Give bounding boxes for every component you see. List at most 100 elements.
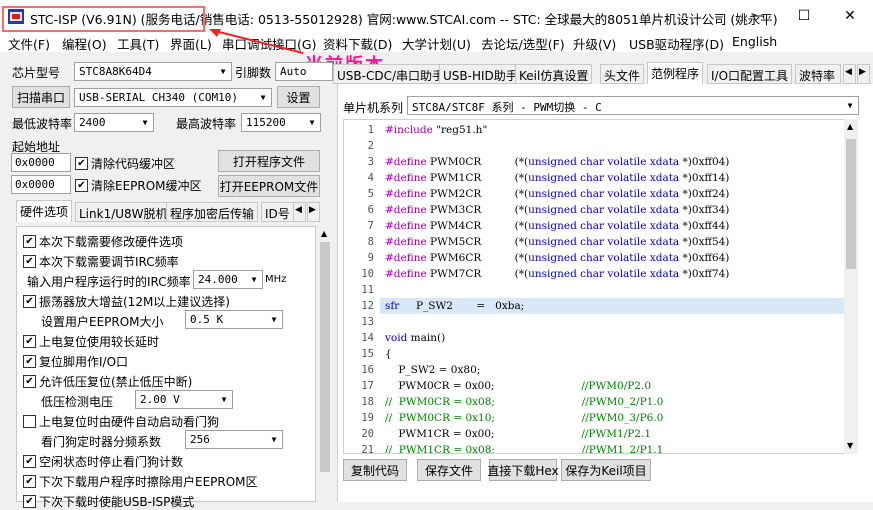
option-erase-eeprom-checkbox[interactable]: ✔ 下次下载用户程序时擦除用户EEPROM区 [23,473,258,490]
tab-example-programs[interactable]: 范例程序 [647,62,704,84]
clear-eeprom-checkbox[interactable]: ✔ 清除EEPROM缓冲区 [75,177,202,194]
menu-bar: 文件(F) 编程(O) 工具(T) 界面(L) 串口调试接口(G) 资料下载(D… [0,32,873,52]
option-osc-gain-checkbox[interactable]: ✔ 振荡器放大增益(12M以上建议选择) [23,293,230,310]
line-number: 10 [361,268,374,280]
code-line: #include "reg51.h" [385,124,488,136]
code-vertical-scrollbar[interactable]: ▲ ▼ [844,119,858,454]
tab-usb-hid[interactable]: USB-HID助手 [439,64,522,84]
code-editor[interactable]: 1 2 3 4 5 6 7 8 9 10 11 12 13 14 15 16 17 18 19 20 21 #inclu… [343,119,858,454]
option-low-voltage-reset-checkbox[interactable]: ✔ 允许低压复位(禁止低压中断) [23,373,192,390]
line-number: 11 [361,284,374,296]
port-settings-button[interactable]: 设置 [277,86,320,108]
tab-keil-debug[interactable]: Keil仿真设置 [515,64,593,84]
tab-id-number[interactable]: ID号 [261,202,294,222]
option-label: 复位脚用作I/O口 [39,355,129,369]
eeprom-size-label: 设置用户EEPROM大小 [41,315,164,329]
menu-program[interactable]: 编程(O) [62,34,107,53]
checkbox-box: ✔ [23,295,36,308]
series-value: STC8A/STC8F 系列 - PWM切换 - C [412,101,602,114]
scroll-up-icon[interactable]: ▲ [847,122,853,131]
tab-link1-offline[interactable]: Link1/U8W脱机 [75,202,172,222]
scan-port-button[interactable]: 扫描串口 [12,86,70,108]
option-label: 空闲状态时停止看门狗计数 [39,455,184,469]
lvd-voltage-select[interactable]: 2.00 V ▼ [135,390,233,409]
menu-upgrade[interactable]: 升级(V) [573,34,616,53]
maximize-button[interactable]: ☐ [781,0,827,32]
code-line: #define PWM5CR (*(unsigned char volatile… [385,236,730,248]
code-line: // PWM0CR = 0x10; //PWM0_3/P6.0 [385,412,664,424]
min-baud-value: 2400 [79,116,106,129]
scroll-down-icon[interactable]: ▼ [847,441,853,450]
tab-encrypted-transfer[interactable]: 程序加密后传输 [166,202,259,222]
checkbox-box: ✔ [23,255,36,268]
hardware-options-panel: ✔ 本次下载需要修改硬件选项 ✔ 本次下载需要调节IRC频率 输入用户程序运行时的I… [16,226,316,509]
min-baud-select[interactable]: 2400 ▼ [74,113,154,132]
tab-scroll-right-icon[interactable]: ▶ [857,64,870,84]
pin-select[interactable]: Auto [275,62,333,81]
tab-scroll-left-icon[interactable]: ◀ [293,202,306,222]
tab-header-files[interactable]: 头文件 [600,64,645,84]
menu-file[interactable]: 文件(F) [8,34,50,53]
scroll-up-icon[interactable]: ▲ [321,229,327,238]
chip-select[interactable]: STC8A8K64D4 ▼ [74,62,232,81]
option-auto-watchdog-checkbox[interactable]: 上电复位时由硬件自动启动看门狗 [23,413,219,430]
code-address-input[interactable]: 0x0000 [11,153,71,172]
menu-usb-driver[interactable]: USB驱动程序(D) [629,34,724,53]
option-long-reset-delay-checkbox[interactable]: ✔ 上电复位使用较长延时 [23,333,159,350]
wdt-value: 256 [190,433,210,446]
menu-tools[interactable]: 工具(T) [117,34,159,53]
minimize-button[interactable]: — [735,0,781,32]
checkbox-box: ✔ [23,375,36,388]
tab-baud-rate[interactable]: 波特率 [795,64,841,84]
line-number: 16 [361,364,374,376]
eeprom-size-select[interactable]: 0.5 K ▼ [185,310,283,329]
irc-unit: MHz [265,274,287,285]
chevron-down-icon: ▼ [221,395,227,404]
code-line: #define PWM4CR (*(unsigned char volatile… [385,220,730,232]
annotation-arrow-icon [209,29,304,54]
chip-value: STC8A8K64D4 [79,65,152,78]
scroll-thumb[interactable] [320,242,330,472]
max-baud-value: 115200 [246,116,286,129]
tab-scroll-right-icon[interactable]: ▶ [307,202,320,222]
tab-usb-cdc-serial[interactable]: USB-CDC/串口助手 [333,64,449,84]
line-number: 21 [361,444,374,454]
port-select[interactable]: USB-SERIAL CH340 (COM10) ▼ [74,88,272,107]
save-file-button[interactable]: 保存文件 [417,459,481,481]
option-label: 上电复位使用较长延时 [39,335,160,349]
line-number: 3 [367,156,374,168]
right-tabs: USB-CDC/串口助手 USB-HID助手 Keil仿真设置 头文件 范例程序… [333,62,873,84]
menu-university[interactable]: 大学计划(U) [402,34,471,53]
code-line: #define PWM0CR (*(unsigned char volatile… [385,156,730,168]
tab-hardware-options[interactable]: 硬件选项 [16,200,73,222]
scroll-thumb[interactable] [846,139,856,269]
close-button[interactable]: ✕ [827,0,873,32]
clear-code-checkbox[interactable]: ✔ 清除代码缓冲区 [75,155,175,172]
tab-scroll-left-icon[interactable]: ◀ [843,64,856,84]
open-eeprom-button[interactable]: 打开EEPROM文件 [218,175,320,197]
menu-english[interactable]: English [732,34,777,49]
wdt-prescaler-select[interactable]: 256 ▼ [185,430,283,449]
option-reset-pin-io-checkbox[interactable]: ✔ 复位脚用作I/O口 [23,353,128,370]
option-idle-stop-wdt-checkbox[interactable]: ✔ 空闲状态时停止看门狗计数 [23,453,183,470]
menu-forum[interactable]: 去论坛/选型(F) [481,34,565,53]
eeprom-address-input[interactable]: 0x0000 [11,175,71,194]
save-keil-project-button[interactable]: 保存为Keil项目 [561,459,651,481]
tab-io-config[interactable]: I/O口配置工具 [707,64,793,84]
chevron-down-icon: ▼ [847,101,853,110]
irc-frequency-select[interactable]: 24.000 ▼ [193,270,263,289]
options-scrollbar[interactable]: ▲ [318,226,332,502]
option-label: 允许低压复位(禁止低压中断) [39,375,193,389]
max-baud-select[interactable]: 115200 ▼ [241,113,321,132]
option-modify-hw-checkbox[interactable]: ✔ 本次下载需要修改硬件选项 [23,233,183,250]
eeprom-size-value: 0.5 K [190,313,224,326]
line-number: 12 [361,300,374,312]
code-line: #define PWM3CR (*(unsigned char volatile… [385,204,730,216]
series-select[interactable]: STC8A/STC8F 系列 - PWM切换 - C ▼ [407,96,859,115]
option-adjust-irc-checkbox[interactable]: ✔ 本次下载需要调节IRC频率 [23,253,179,270]
open-program-button[interactable]: 打开程序文件 [218,150,320,172]
chevron-down-icon: ▼ [251,275,257,284]
copy-code-button[interactable]: 复制代码 [343,459,407,481]
download-hex-button[interactable]: 直接下载Hex [487,459,559,481]
line-number: 5 [367,188,374,200]
